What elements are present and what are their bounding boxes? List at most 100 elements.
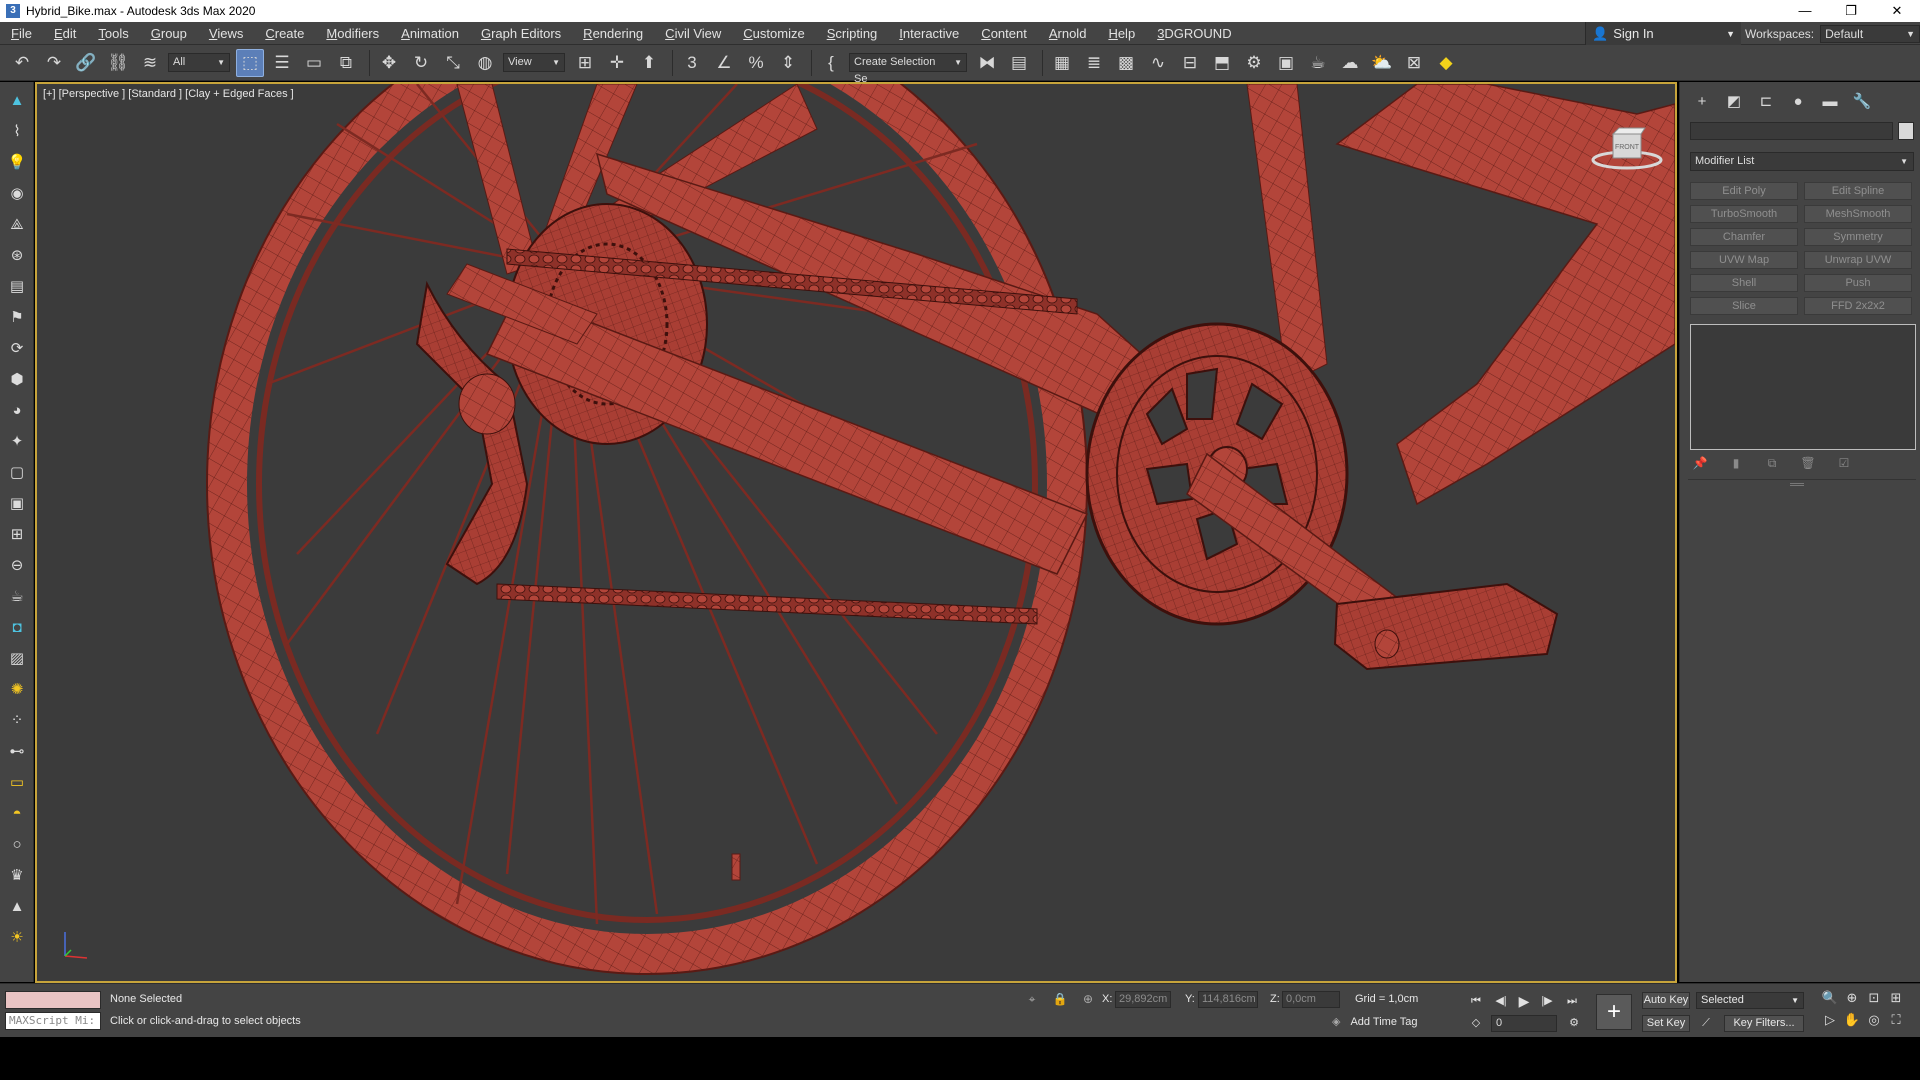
auto-key-button[interactable]: Auto Key (1642, 992, 1690, 1009)
select-by-name-icon[interactable]: ☰ (268, 49, 296, 77)
x-coordinate-field[interactable]: 29,892cm (1115, 991, 1171, 1008)
modifier-button[interactable]: Slice (1690, 297, 1798, 315)
render-icon[interactable]: ◘ (5, 615, 29, 639)
time-configuration-icon[interactable]: ⚙ (1565, 1015, 1583, 1031)
maxscript-listener-output[interactable] (5, 991, 101, 1009)
toggle-layer-explorer-icon[interactable]: ≣ (1080, 49, 1108, 77)
frame-icon[interactable]: ▣ (5, 491, 29, 515)
hierarchy-tab-icon[interactable]: ⊏ (1754, 90, 1778, 112)
select-object-icon[interactable]: ⬚ (236, 48, 264, 77)
autodesk-a360-icon[interactable]: ⊠ (1400, 49, 1428, 77)
next-frame-icon[interactable]: |▶ (1538, 993, 1556, 1009)
pin-icon[interactable]: ⚑ (5, 305, 29, 329)
modifier-button[interactable]: Edit Poly (1690, 182, 1798, 200)
key-filters-button[interactable]: Key Filters... (1724, 1015, 1804, 1032)
menu-content[interactable]: Content (970, 22, 1038, 45)
y-coordinate-field[interactable]: 114,816cm (1198, 991, 1258, 1008)
menu-interactive[interactable]: Interactive (888, 22, 970, 45)
absolute-mode-icon[interactable]: ⊕ (1078, 992, 1098, 1008)
image-icon[interactable]: ▨ (5, 646, 29, 670)
create-lights-icon[interactable]: 💡 (5, 150, 29, 174)
percent-snap-icon[interactable]: % (742, 49, 770, 77)
menu-create[interactable]: Create (254, 22, 315, 45)
keyboard-shortcut-override-icon[interactable]: ⬆ (635, 49, 663, 77)
viewport-label[interactable]: [+] [Perspective ] [Standard ] [Clay + E… (43, 88, 294, 100)
menu-customize[interactable]: Customize (732, 22, 815, 45)
motion-tab-icon[interactable]: ● (1786, 90, 1810, 112)
dome-icon[interactable]: ◓ (5, 801, 29, 825)
remove-modifier-icon[interactable]: 🗑 (1798, 456, 1818, 474)
set-key-button[interactable]: Set Key (1642, 1015, 1690, 1032)
modifier-button[interactable]: Shell (1690, 274, 1798, 292)
zoom-all-icon[interactable]: ⊕ (1842, 990, 1862, 1008)
maximize-viewport-icon[interactable]: ⛶ (1886, 1012, 1906, 1030)
poly-model-icon[interactable]: ⬢ (5, 367, 29, 391)
sign-in-dropdown[interactable]: 👤 Sign In ▼ (1585, 22, 1741, 45)
menu-modifiers[interactable]: Modifiers (315, 22, 390, 45)
light-bulb-icon[interactable]: ✺ (5, 677, 29, 701)
menu-help[interactable]: Help (1097, 22, 1146, 45)
modifier-button[interactable]: Edit Spline (1804, 182, 1912, 200)
plane-icon[interactable]: ▭ (5, 770, 29, 794)
menu-file[interactable]: File (0, 22, 43, 45)
bike-icon[interactable]: ⊷ (5, 739, 29, 763)
create-shapes-icon[interactable]: ⌇ (5, 119, 29, 143)
rotate-gizmo-icon[interactable]: ⟳ (5, 336, 29, 360)
modifier-button[interactable]: Symmetry (1804, 228, 1912, 246)
maxscript-mini-listener[interactable]: MAXScript Mi: (5, 1012, 101, 1030)
redo-icon[interactable]: ↷ (40, 49, 68, 77)
selection-lock-icon[interactable]: 🔒 (1050, 992, 1070, 1008)
orbit-icon[interactable]: ◎ (1864, 1012, 1884, 1030)
render-production-icon[interactable]: ☕ (1304, 49, 1332, 77)
object-name-field[interactable] (1690, 122, 1893, 140)
display-tab-icon[interactable]: ▬ (1818, 90, 1842, 112)
scale-icon[interactable]: ⤡ (439, 49, 467, 77)
schematic-view-icon[interactable]: ⊟ (1176, 49, 1204, 77)
grid-icon[interactable]: ⊞ (5, 522, 29, 546)
current-frame-field[interactable]: 0 (1491, 1015, 1557, 1032)
go-to-start-icon[interactable]: ⏮ (1467, 993, 1485, 1009)
menu-edit[interactable]: Edit (43, 22, 87, 45)
resize-grip[interactable] (1790, 483, 1804, 486)
spinner-snap-icon[interactable]: ⇕ (774, 49, 802, 77)
curve-editor-icon[interactable]: ∿ (1144, 49, 1172, 77)
sphere-icon[interactable]: ○ (5, 832, 29, 856)
rendered-frame-window-icon[interactable]: ▣ (1272, 49, 1300, 77)
play-icon[interactable]: ▶ (1515, 993, 1533, 1009)
render-setup-icon[interactable]: ⚙ (1240, 49, 1268, 77)
add-time-tag[interactable]: ◈ Add Time Tag (1332, 1015, 1418, 1029)
key-selection-dropdown[interactable]: Selected ▼ (1696, 992, 1804, 1009)
material-editor-icon[interactable]: ⬒ (1208, 49, 1236, 77)
set-keys-button[interactable]: + (1596, 994, 1632, 1030)
viewcube[interactable]: FRONT (1587, 122, 1667, 182)
object-color-swatch[interactable] (1898, 122, 1914, 140)
menu-views[interactable]: Views (198, 22, 254, 45)
pan-icon[interactable]: ✋ (1842, 1012, 1862, 1030)
previous-frame-icon[interactable]: ◀| (1492, 993, 1510, 1009)
key-mode-toggle-icon[interactable]: ◇ (1467, 1015, 1485, 1031)
modifier-button[interactable]: MeshSmooth (1804, 205, 1912, 223)
workspace-dropdown[interactable]: Default ▼ (1820, 24, 1920, 43)
menu-group[interactable]: Group (140, 22, 198, 45)
edit-named-selections-icon[interactable]: { (817, 49, 845, 77)
modifier-button[interactable]: Unwrap UVW (1804, 251, 1912, 269)
create-helpers-icon[interactable]: ⟁ (5, 212, 29, 236)
configure-modifier-sets-icon[interactable]: ☑ (1834, 456, 1854, 474)
modifier-button[interactable]: FFD 2x2x2 (1804, 297, 1912, 315)
show-end-result-icon[interactable]: ▮ (1726, 456, 1746, 474)
pivot-icon[interactable]: ⊞ (571, 49, 599, 77)
paint-icon[interactable]: ◕ (5, 398, 29, 422)
zoom-extents-icon[interactable]: ⊡ (1864, 990, 1884, 1008)
align-icon[interactable]: ▤ (1005, 49, 1033, 77)
create-cameras-icon[interactable]: ◉ (5, 181, 29, 205)
default-in-out-tangents-icon[interactable]: ⟋ (1697, 1015, 1715, 1031)
menu-rendering[interactable]: Rendering (572, 22, 654, 45)
modifier-list-dropdown[interactable]: Modifier List ▼ (1690, 152, 1914, 171)
selection-filter-dropdown[interactable]: All ▼ (168, 53, 230, 72)
crown-icon[interactable]: ♛ (5, 863, 29, 887)
bind-spacewarp-icon[interactable]: ≋ (136, 49, 164, 77)
rect-region-icon[interactable]: ▭ (300, 49, 328, 77)
isolate-selection-icon[interactable]: ⌖ (1022, 992, 1042, 1008)
make-unique-icon[interactable]: ⧉ (1762, 456, 1782, 474)
render-activeshade-icon[interactable]: ☁ (1336, 49, 1364, 77)
